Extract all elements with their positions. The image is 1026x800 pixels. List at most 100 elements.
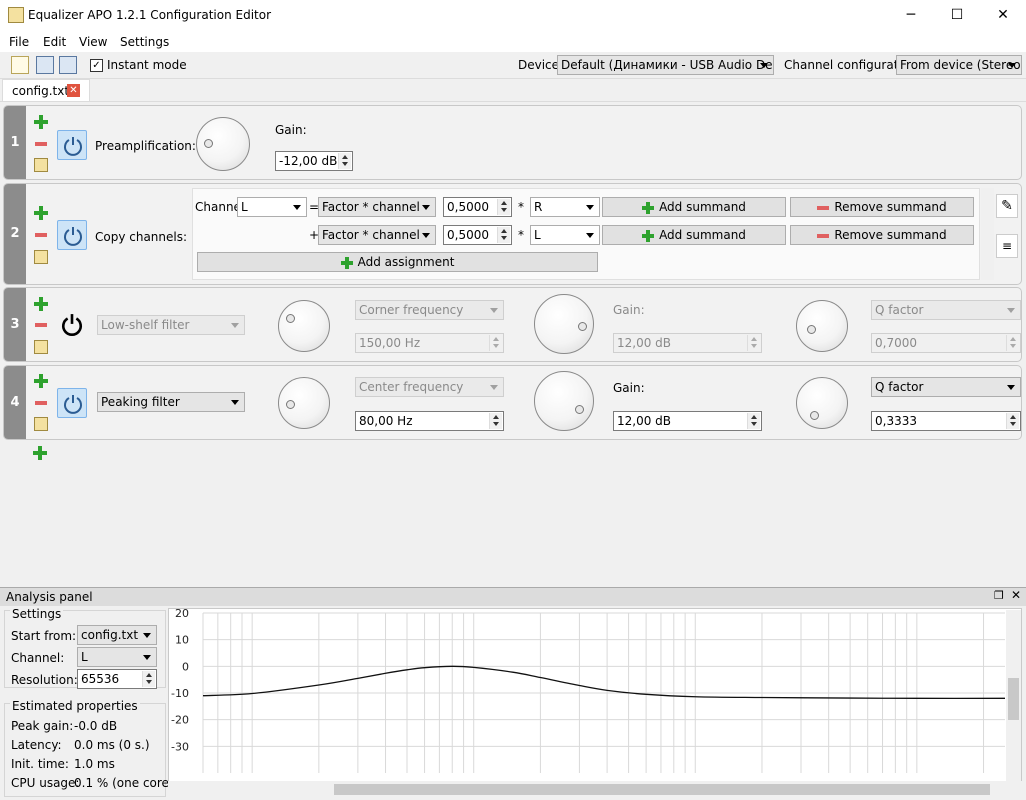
save-icon[interactable] bbox=[36, 56, 54, 74]
spin-down-icon[interactable] bbox=[489, 343, 502, 351]
q-mode-select[interactable]: Q factor bbox=[871, 377, 1021, 397]
scrollbar-thumb[interactable] bbox=[334, 784, 990, 795]
vertical-scrollbar[interactable] bbox=[1006, 610, 1021, 782]
spin-up-icon[interactable] bbox=[489, 413, 502, 421]
gain-input[interactable]: 12,00 dB bbox=[613, 333, 762, 353]
power-toggle[interactable] bbox=[57, 130, 87, 160]
gain-knob[interactable] bbox=[196, 117, 250, 171]
float-panel-icon[interactable]: ❐ bbox=[994, 589, 1004, 602]
spin-up-icon[interactable] bbox=[338, 153, 351, 161]
q-knob[interactable] bbox=[796, 300, 848, 352]
q-input[interactable]: 0,3333 bbox=[871, 411, 1021, 431]
spin-up-icon[interactable] bbox=[489, 335, 502, 343]
remove-summand-button[interactable]: Remove summand bbox=[790, 225, 974, 245]
spin-down-icon[interactable] bbox=[1006, 343, 1019, 351]
spin-up-icon[interactable] bbox=[747, 335, 760, 343]
menu-edit[interactable]: Edit bbox=[43, 35, 66, 49]
scrollbar-thumb[interactable] bbox=[1008, 678, 1019, 720]
menu-view[interactable]: View bbox=[79, 35, 107, 49]
spin-down-icon[interactable] bbox=[1006, 421, 1019, 429]
target-channel-select[interactable]: L bbox=[237, 197, 307, 217]
spin-up-icon[interactable] bbox=[747, 413, 760, 421]
remove-icon[interactable] bbox=[35, 323, 47, 327]
frequency-response-chart[interactable]: 20100-10-20-3078910203040506010020030040… bbox=[168, 607, 1022, 798]
remove-icon[interactable] bbox=[35, 233, 47, 237]
channel-config-select[interactable]: From device (Stereo) bbox=[896, 55, 1022, 75]
edit-icon[interactable] bbox=[34, 340, 48, 354]
summand-mode-select[interactable]: Factor * channel bbox=[318, 225, 436, 245]
resolution-input[interactable]: 65536 bbox=[77, 669, 157, 689]
remove-summand-button[interactable]: Remove summand bbox=[790, 197, 974, 217]
frequency-knob[interactable] bbox=[278, 300, 330, 352]
q-mode-select[interactable]: Q factor bbox=[871, 300, 1021, 320]
maximize-button[interactable]: ☐ bbox=[934, 0, 980, 31]
frequency-mode-select[interactable]: Center frequency bbox=[355, 377, 504, 397]
analysis-panel-title: Analysis panel bbox=[6, 590, 93, 604]
source-channel-select[interactable]: L bbox=[530, 225, 600, 245]
edit-icon[interactable] bbox=[34, 250, 48, 264]
tab-config[interactable]: config.txt ✕ bbox=[2, 79, 90, 102]
brush-icon[interactable]: ✎ bbox=[996, 194, 1018, 218]
spin-up-icon[interactable] bbox=[142, 671, 155, 679]
filter-type-select[interactable]: Peaking filter bbox=[97, 392, 245, 412]
instant-mode-checkbox[interactable]: ✓ bbox=[90, 59, 103, 72]
channel-select[interactable]: L bbox=[77, 647, 157, 667]
vertical-scrollbar[interactable] bbox=[981, 188, 994, 280]
close-panel-icon[interactable]: ✕ bbox=[1011, 588, 1021, 602]
source-channel-select[interactable]: R bbox=[530, 197, 600, 217]
spin-down-icon[interactable] bbox=[747, 421, 760, 429]
filter-type-select[interactable]: Low-shelf filter bbox=[97, 315, 245, 335]
power-toggle[interactable] bbox=[57, 388, 87, 418]
spin-down-icon[interactable] bbox=[497, 235, 510, 243]
tab-close-icon[interactable]: ✕ bbox=[67, 84, 80, 97]
summand-mode-select[interactable]: Factor * channel bbox=[318, 197, 436, 217]
device-select[interactable]: Default (Динамики - USB Audio Device) bbox=[557, 55, 774, 75]
frequency-input[interactable]: 150,00 Hz bbox=[355, 333, 504, 353]
spin-down-icon[interactable] bbox=[338, 161, 351, 169]
power-toggle[interactable] bbox=[57, 220, 87, 250]
add-summand-button[interactable]: Add summand bbox=[602, 197, 786, 217]
horizontal-scrollbar[interactable] bbox=[168, 781, 1022, 798]
gain-input[interactable]: -12,00 dB bbox=[275, 151, 353, 171]
add-assignment-button[interactable]: Add assignment bbox=[197, 252, 598, 272]
add-icon[interactable] bbox=[34, 374, 48, 388]
spin-up-icon[interactable] bbox=[1006, 335, 1019, 343]
edit-icon[interactable] bbox=[34, 417, 48, 431]
spin-up-icon[interactable] bbox=[1006, 413, 1019, 421]
spin-down-icon[interactable] bbox=[489, 421, 502, 429]
new-file-icon[interactable] bbox=[11, 56, 29, 74]
spin-up-icon[interactable] bbox=[497, 199, 510, 207]
close-button[interactable]: ✕ bbox=[980, 0, 1026, 31]
frequency-value: 150,00 Hz bbox=[359, 336, 421, 350]
gain-knob[interactable] bbox=[534, 294, 594, 354]
remove-icon[interactable] bbox=[35, 401, 47, 405]
add-icon[interactable] bbox=[34, 297, 48, 311]
power-toggle[interactable] bbox=[60, 313, 84, 337]
spin-up-icon[interactable] bbox=[497, 227, 510, 235]
menu-settings[interactable]: Settings bbox=[120, 35, 169, 49]
menu-file[interactable]: File bbox=[9, 35, 29, 49]
gain-input[interactable]: 12,00 dB bbox=[613, 411, 762, 431]
edit-icon[interactable] bbox=[34, 158, 48, 172]
add-summand-button[interactable]: Add summand bbox=[602, 225, 786, 245]
list-view-icon[interactable]: ≡ bbox=[996, 234, 1018, 258]
add-icon[interactable] bbox=[34, 115, 48, 129]
factor-input[interactable]: 0,5000 bbox=[443, 197, 512, 217]
gain-knob[interactable] bbox=[534, 371, 594, 431]
frequency-mode-select[interactable]: Corner frequency bbox=[355, 300, 504, 320]
q-knob[interactable] bbox=[796, 377, 848, 429]
q-input[interactable]: 0,7000 bbox=[871, 333, 1021, 353]
add-icon[interactable] bbox=[34, 206, 48, 220]
save-as-icon[interactable] bbox=[59, 56, 77, 74]
frequency-knob[interactable] bbox=[278, 377, 330, 429]
spin-down-icon[interactable] bbox=[497, 207, 510, 215]
add-filter-icon[interactable] bbox=[33, 446, 47, 460]
factor-input[interactable]: 0,5000 bbox=[443, 225, 512, 245]
minimize-button[interactable]: ─ bbox=[888, 0, 934, 31]
spin-down-icon[interactable] bbox=[747, 343, 760, 351]
remove-icon[interactable] bbox=[35, 142, 47, 146]
spin-down-icon[interactable] bbox=[142, 679, 155, 687]
add-assignment-label: Add assignment bbox=[357, 255, 455, 269]
start-from-select[interactable]: config.txt bbox=[77, 625, 157, 645]
frequency-input[interactable]: 80,00 Hz bbox=[355, 411, 504, 431]
